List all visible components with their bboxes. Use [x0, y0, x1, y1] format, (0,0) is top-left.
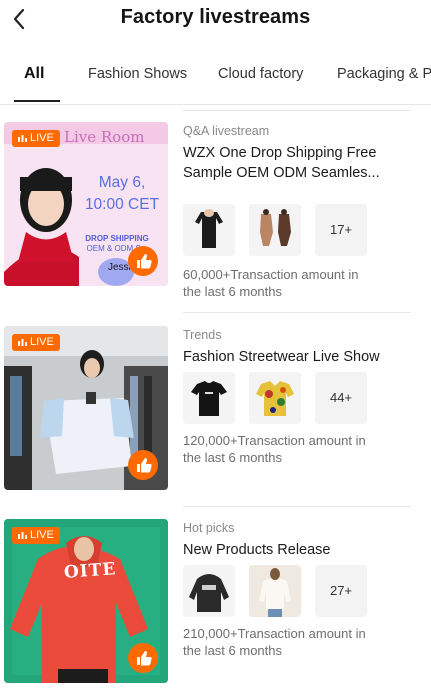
stat-line: 120,000+Transaction amount in	[183, 433, 366, 448]
more-products-count[interactable]: 17+	[315, 204, 367, 256]
livestream-thumbnail[interactable]: LIVE	[4, 326, 168, 490]
stream-category: Hot picks	[183, 521, 235, 535]
stat-line: 210,000+Transaction amount in	[183, 626, 366, 641]
hoodie-print-text: OITE	[63, 559, 118, 583]
thumbs-up-icon	[137, 458, 152, 473]
tab-fashion-shows[interactable]: Fashion Shows	[88, 66, 187, 82]
stat-line: the last 6 months	[183, 643, 282, 658]
stat-line: 60,000+Transaction amount in	[183, 267, 359, 282]
thumbs-up-icon	[137, 651, 152, 666]
stat-line: the last 6 months	[183, 450, 282, 465]
livestream-thumbnail[interactable]: OITE LIVE	[4, 519, 168, 683]
live-badge: LIVE	[12, 334, 60, 351]
stream-category: Trends	[183, 328, 222, 342]
live-bars-icon	[18, 339, 27, 346]
livestream-card[interactable]: OITE LIVE Hot picks New Products Release…	[0, 519, 431, 689]
like-button[interactable]	[128, 643, 158, 673]
thumbs-up-icon	[137, 254, 152, 269]
bodysuits-image	[249, 204, 301, 256]
live-label: LIVE	[30, 132, 54, 144]
top-bar: Factory livestreams	[0, 0, 431, 40]
card-divider	[183, 312, 411, 313]
product-thumbnail[interactable]	[183, 372, 235, 424]
like-button[interactable]	[128, 450, 158, 480]
active-tab-indicator	[14, 100, 60, 102]
card-divider	[183, 110, 411, 111]
transaction-stat: 60,000+Transaction amount in the last 6 …	[183, 266, 413, 300]
tab-all[interactable]: All	[24, 65, 44, 83]
product-thumbnail[interactable]	[183, 204, 235, 256]
livestream-card[interactable]: LIVE Trends Fashion Streetwear Live Show…	[0, 326, 431, 496]
stream-name[interactable]: New Products Release	[183, 540, 413, 560]
more-products-count[interactable]: 27+	[315, 565, 367, 617]
black-tshirt-image	[183, 372, 235, 424]
stream-category: Q&A livestream	[183, 124, 270, 138]
livestream-thumbnail[interactable]: Live Room May 6, 10:00 CET DROP SHIPPING…	[4, 122, 168, 286]
category-tabs: All Fashion Shows Cloud factory Packagin…	[0, 58, 431, 104]
stat-line: the last 6 months	[183, 284, 282, 299]
badge-line: DROP SHIPPING	[85, 234, 149, 243]
live-badge: LIVE	[12, 527, 60, 544]
like-button[interactable]	[128, 246, 158, 276]
live-label: LIVE	[30, 529, 54, 541]
card-divider	[183, 506, 411, 507]
tabs-divider	[0, 104, 431, 105]
black-hoodie-image	[183, 565, 235, 617]
date-line: May 6,	[98, 174, 146, 191]
floral-shirt-image	[249, 372, 301, 424]
product-thumbnail[interactable]	[249, 565, 301, 617]
room-title: Live Room	[64, 128, 145, 146]
live-bars-icon	[18, 135, 27, 142]
time-line: 10:00 CET	[84, 196, 160, 213]
product-thumbnail[interactable]	[249, 372, 301, 424]
livestream-card[interactable]: Live Room May 6, 10:00 CET DROP SHIPPING…	[0, 122, 431, 302]
live-label: LIVE	[30, 336, 54, 348]
black-top-image	[183, 204, 235, 256]
white-blouse-image	[249, 565, 301, 617]
page-title: Factory livestreams	[120, 6, 311, 28]
transaction-stat: 210,000+Transaction amount in the last 6…	[183, 625, 413, 659]
product-thumbnail[interactable]	[183, 565, 235, 617]
stream-date: May 6, 10:00 CET	[84, 172, 160, 216]
more-products-count[interactable]: 44+	[315, 372, 367, 424]
live-bars-icon	[18, 532, 27, 539]
stream-name[interactable]: WZX One Drop Shipping Free Sample OEM OD…	[183, 143, 413, 183]
live-badge: LIVE	[12, 130, 60, 147]
tab-packaging[interactable]: Packaging & P	[337, 66, 431, 82]
product-thumbnail[interactable]	[249, 204, 301, 256]
transaction-stat: 120,000+Transaction amount in the last 6…	[183, 432, 413, 466]
tab-cloud-factory[interactable]: Cloud factory	[218, 66, 303, 82]
stream-name[interactable]: Fashion Streetwear Live Show	[183, 347, 413, 367]
